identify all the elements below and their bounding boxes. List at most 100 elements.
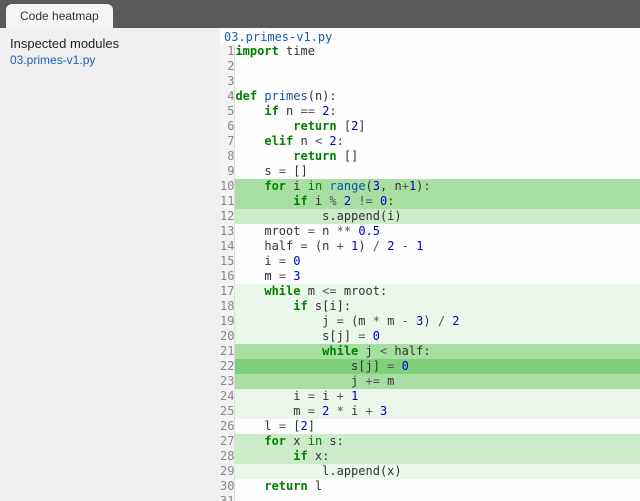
code-line: 12 s.append(i)	[220, 209, 640, 224]
line-number: 23	[220, 374, 235, 389]
code-line: 4def primes(n):	[220, 89, 640, 104]
line-number: 30	[220, 479, 235, 494]
line-code: mroot = n ** 0.5	[235, 224, 640, 239]
line-number: 13	[220, 224, 235, 239]
line-code: return l	[235, 479, 640, 494]
line-code: s[j] = 0	[235, 359, 640, 374]
line-number: 9	[220, 164, 235, 179]
line-code: return [2]	[235, 119, 640, 134]
line-code: half = (n + 1) / 2 - 1	[235, 239, 640, 254]
code-line: 3	[220, 74, 640, 89]
line-number: 31	[220, 494, 235, 501]
line-number: 8	[220, 149, 235, 164]
code-line: 21 while j < half:	[220, 344, 640, 359]
code-line: 14 half = (n + 1) / 2 - 1	[220, 239, 640, 254]
line-number: 24	[220, 389, 235, 404]
code-line: 20 s[j] = 0	[220, 329, 640, 344]
code-line: 19 j = (m * m - 3) / 2	[220, 314, 640, 329]
code-line: 25 m = 2 * i + 3	[220, 404, 640, 419]
line-number: 29	[220, 464, 235, 479]
line-code: if i % 2 != 0:	[235, 194, 640, 209]
line-code: i = 0	[235, 254, 640, 269]
module-link[interactable]: 03.primes-v1.py	[10, 53, 210, 67]
line-code	[235, 74, 640, 89]
code-line: 7 elif n < 2:	[220, 134, 640, 149]
line-number: 18	[220, 299, 235, 314]
line-code	[235, 494, 640, 501]
line-number: 12	[220, 209, 235, 224]
line-code: if x:	[235, 449, 640, 464]
line-code: m = 3	[235, 269, 640, 284]
line-number: 11	[220, 194, 235, 209]
line-number: 5	[220, 104, 235, 119]
code-line: 31	[220, 494, 640, 501]
line-number: 1	[220, 44, 235, 59]
code-line: 24 i = i + 1	[220, 389, 640, 404]
line-number: 2	[220, 59, 235, 74]
code-line: 2	[220, 59, 640, 74]
code-line: 16 m = 3	[220, 269, 640, 284]
line-number: 22	[220, 359, 235, 374]
line-number: 16	[220, 269, 235, 284]
line-code: if n == 2:	[235, 104, 640, 119]
code-line: 9 s = []	[220, 164, 640, 179]
line-number: 26	[220, 419, 235, 434]
line-number: 27	[220, 434, 235, 449]
line-code: j = (m * m - 3) / 2	[235, 314, 640, 329]
line-code: s[j] = 0	[235, 329, 640, 344]
code-line: 18 if s[i]:	[220, 299, 640, 314]
line-number: 17	[220, 284, 235, 299]
sidebar-title: Inspected modules	[10, 36, 210, 51]
code-line: 26 l = [2]	[220, 419, 640, 434]
code-line: 23 j += m	[220, 374, 640, 389]
code-line: 5 if n == 2:	[220, 104, 640, 119]
line-number: 10	[220, 179, 235, 194]
code-line: 13 mroot = n ** 0.5	[220, 224, 640, 239]
line-number: 6	[220, 119, 235, 134]
line-code: def primes(n):	[235, 89, 640, 104]
line-code: i = i + 1	[235, 389, 640, 404]
tab-bar: Code heatmap	[0, 0, 640, 28]
line-number: 19	[220, 314, 235, 329]
line-number: 4	[220, 89, 235, 104]
sidebar: Inspected modules 03.primes-v1.py	[0, 28, 220, 501]
tab-code-heatmap[interactable]: Code heatmap	[6, 4, 113, 28]
line-number: 3	[220, 74, 235, 89]
line-code: s.append(i)	[235, 209, 640, 224]
code-line: 30 return l	[220, 479, 640, 494]
line-number: 7	[220, 134, 235, 149]
line-code: s = []	[235, 164, 640, 179]
line-number: 21	[220, 344, 235, 359]
file-name-header: 03.primes-v1.py	[220, 28, 640, 44]
line-number: 28	[220, 449, 235, 464]
code-line: 27 for x in s:	[220, 434, 640, 449]
line-code: return []	[235, 149, 640, 164]
line-code: for i in range(3, n+1):	[235, 179, 640, 194]
code-line: 29 l.append(x)	[220, 464, 640, 479]
code-line: 28 if x:	[220, 449, 640, 464]
line-number: 25	[220, 404, 235, 419]
code-line: 8 return []	[220, 149, 640, 164]
line-code: m = 2 * i + 3	[235, 404, 640, 419]
line-code: while j < half:	[235, 344, 640, 359]
code-line: 6 return [2]	[220, 119, 640, 134]
code-line: 17 while m <= mroot:	[220, 284, 640, 299]
code-area[interactable]: 03.primes-v1.py 1import time234def prime…	[220, 28, 640, 501]
line-code: while m <= mroot:	[235, 284, 640, 299]
line-code: import time	[235, 44, 640, 59]
code-line: 22 s[j] = 0	[220, 359, 640, 374]
line-code: j += m	[235, 374, 640, 389]
line-number: 15	[220, 254, 235, 269]
line-number: 20	[220, 329, 235, 344]
code-line: 10 for i in range(3, n+1):	[220, 179, 640, 194]
code-table: 1import time234def primes(n):5 if n == 2…	[220, 44, 640, 501]
line-code	[235, 59, 640, 74]
line-number: 14	[220, 239, 235, 254]
line-code: l = [2]	[235, 419, 640, 434]
code-line: 1import time	[220, 44, 640, 59]
line-code: l.append(x)	[235, 464, 640, 479]
code-line: 15 i = 0	[220, 254, 640, 269]
line-code: elif n < 2:	[235, 134, 640, 149]
code-line: 11 if i % 2 != 0:	[220, 194, 640, 209]
line-code: for x in s:	[235, 434, 640, 449]
